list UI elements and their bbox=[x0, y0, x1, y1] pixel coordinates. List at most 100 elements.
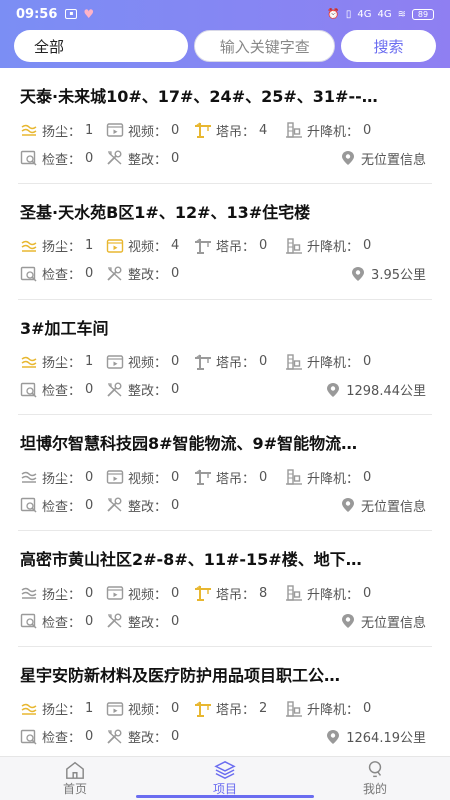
stat-check: 检查： 0 bbox=[20, 264, 106, 283]
stat-dust: 扬尘： 1 bbox=[20, 121, 106, 140]
stat-crane-value: 0 bbox=[259, 238, 268, 254]
project-item[interactable]: 坦博尔智慧科技园8#智能物流、9#智能物流… 扬尘： 0 视频： 0 塔吊： 0… bbox=[0, 415, 450, 531]
location-info: 1264.19公里 bbox=[325, 727, 426, 746]
stat-crane-value: 0 bbox=[259, 469, 268, 485]
stat-video-value: 0 bbox=[171, 701, 180, 717]
stat-hoist: 升降机： 0 bbox=[285, 121, 371, 140]
nav-home[interactable]: 首页 bbox=[0, 757, 150, 800]
stat-check-value: 0 bbox=[85, 729, 94, 745]
hoist-icon bbox=[285, 353, 303, 370]
stat-video-label: 视频： bbox=[128, 587, 168, 603]
stat-hoist: 升降机： 0 bbox=[285, 584, 371, 603]
stat-hoist-label: 升降机： bbox=[307, 587, 360, 603]
video-icon bbox=[106, 122, 124, 138]
fix-icon bbox=[106, 382, 124, 398]
project-item[interactable]: 高密市黄山社区2#-8#、11#-15#楼、地下… 扬尘： 0 视频： 0 塔吊… bbox=[0, 531, 450, 647]
stat-fix-label: 整改： bbox=[128, 615, 168, 631]
inspection-row: 检查： 0 整改： 0 1264.19公里 bbox=[20, 727, 430, 747]
stat-hoist-label: 升降机： bbox=[307, 356, 360, 372]
dust-icon bbox=[20, 354, 38, 370]
nav-project[interactable]: 项目 bbox=[150, 757, 300, 800]
stat-crane-label: 塔吊： bbox=[216, 356, 256, 372]
filter-select[interactable]: 全部 bbox=[14, 30, 189, 62]
stats-row: 扬尘： 1 视频： 0 塔吊： 2 升降机： 0 bbox=[20, 699, 430, 719]
stat-check-value: 0 bbox=[85, 613, 94, 629]
check-icon bbox=[20, 150, 38, 166]
stat-check: 检查： 0 bbox=[20, 380, 106, 399]
stat-check-label: 检查： bbox=[42, 268, 82, 284]
stat-dust-label: 扬尘： bbox=[42, 124, 82, 140]
stat-check-value: 0 bbox=[85, 382, 94, 398]
stat-hoist-label: 升降机： bbox=[307, 471, 360, 487]
nav-mine[interactable]: 我的 bbox=[300, 757, 450, 800]
user-icon bbox=[368, 761, 382, 778]
project-item[interactable]: 圣基·天水苑B区1#、12#、13#住宅楼 扬尘： 1 视频： 4 塔吊： 0 … bbox=[0, 184, 450, 300]
stat-fix-value: 0 bbox=[171, 382, 180, 398]
stat-crane: 塔吊： 4 bbox=[194, 121, 285, 140]
stat-hoist-value: 0 bbox=[363, 238, 372, 254]
stat-fix: 整改： 0 bbox=[106, 496, 179, 515]
location-pin-icon bbox=[325, 382, 341, 398]
check-icon bbox=[20, 382, 38, 398]
hoist-icon bbox=[285, 238, 303, 254]
alarm-icon: ⏰ bbox=[327, 8, 340, 20]
stats-row: 扬尘： 0 视频： 0 塔吊： 0 升降机： 0 bbox=[20, 467, 430, 487]
stats-row: 扬尘： 1 视频： 0 塔吊： 4 升降机： 0 bbox=[20, 120, 430, 140]
dust-icon bbox=[20, 122, 38, 138]
stat-hoist-value: 0 bbox=[363, 469, 372, 485]
stats-row: 扬尘： 1 视频： 0 塔吊： 0 升降机： 0 bbox=[20, 352, 430, 372]
project-title: 高密市黄山社区2#-8#、11#-15#楼、地下… bbox=[20, 550, 362, 570]
project-item[interactable]: 星宇安防新材料及医疗防护用品项目职工公… 扬尘： 1 视频： 0 塔吊： 2 升… bbox=[0, 647, 450, 756]
stat-video-value: 0 bbox=[171, 469, 180, 485]
stat-video: 视频： 0 bbox=[106, 699, 194, 718]
location-text: 1298.44公里 bbox=[346, 384, 426, 400]
project-item[interactable]: 3#加工车间 扬尘： 1 视频： 0 塔吊： 0 升降机： 0 检查： 0 整改… bbox=[0, 300, 450, 416]
heart-icon: ♥ bbox=[83, 7, 95, 21]
stat-fix-value: 0 bbox=[171, 497, 180, 513]
stat-fix-label: 整改： bbox=[128, 731, 168, 747]
stat-dust-value: 0 bbox=[85, 585, 94, 601]
stat-video-label: 视频： bbox=[128, 124, 168, 140]
bottom-nav: 首页 项目 我的 bbox=[0, 756, 450, 800]
crane-icon bbox=[194, 469, 212, 486]
stat-video-value: 0 bbox=[171, 585, 180, 601]
stat-hoist-value: 0 bbox=[363, 585, 372, 601]
dust-icon bbox=[20, 585, 38, 601]
location-info: 3.95公里 bbox=[350, 264, 426, 283]
stat-dust-label: 扬尘： bbox=[42, 703, 82, 719]
fix-icon bbox=[106, 266, 124, 282]
stat-dust-value: 1 bbox=[85, 701, 94, 717]
keyword-input[interactable]: 输入关键字查 bbox=[194, 30, 335, 62]
vibrate-icon: ▯ bbox=[345, 8, 352, 20]
crane-icon bbox=[194, 585, 212, 602]
search-button[interactable]: 搜索 bbox=[340, 30, 436, 62]
dust-icon bbox=[20, 238, 38, 254]
stat-hoist: 升降机： 0 bbox=[285, 236, 371, 255]
dust-icon bbox=[20, 701, 38, 717]
location-text: 无位置信息 bbox=[360, 499, 426, 515]
project-item[interactable]: 天泰·未来城10#、17#、24#、25#、31#--… 扬尘： 1 视频： 0… bbox=[0, 68, 450, 184]
stat-video-label: 视频： bbox=[128, 703, 168, 719]
stat-crane-label: 塔吊： bbox=[216, 587, 256, 603]
stat-check: 检查： 0 bbox=[20, 149, 106, 168]
location-pin-icon bbox=[340, 150, 356, 166]
stat-crane: 塔吊： 0 bbox=[194, 236, 285, 255]
stat-crane: 塔吊： 2 bbox=[194, 699, 285, 718]
stat-fix-value: 0 bbox=[171, 266, 180, 282]
stat-video-label: 视频： bbox=[128, 471, 168, 487]
stat-dust: 扬尘： 1 bbox=[20, 352, 106, 371]
stat-dust-value: 1 bbox=[85, 122, 94, 138]
stat-check: 检查： 0 bbox=[20, 496, 106, 515]
stat-hoist-value: 0 bbox=[363, 354, 372, 370]
video-icon bbox=[106, 238, 124, 254]
stat-check-label: 检查： bbox=[42, 152, 82, 168]
location-text: 3.95公里 bbox=[371, 268, 426, 284]
stat-crane-label: 塔吊： bbox=[216, 240, 256, 256]
project-title: 天泰·未来城10#、17#、24#、25#、31#--… bbox=[20, 87, 378, 106]
stat-fix: 整改： 0 bbox=[106, 727, 179, 746]
location-text: 无位置信息 bbox=[360, 615, 426, 631]
video-icon bbox=[106, 354, 124, 370]
stat-dust-value: 0 bbox=[85, 469, 94, 485]
home-indicator bbox=[136, 795, 314, 798]
location-info: 无位置信息 bbox=[340, 149, 426, 168]
